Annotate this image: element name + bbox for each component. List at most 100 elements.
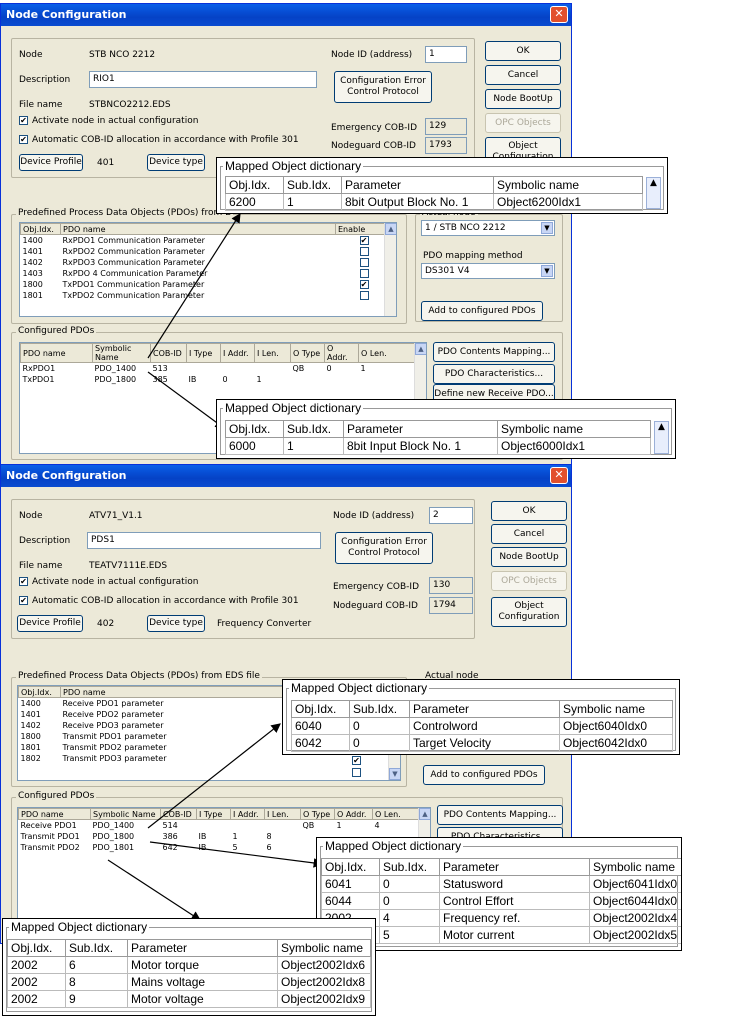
col-header[interactable]: Sub.Idx. xyxy=(283,176,342,194)
col-header[interactable]: Symbolic Name xyxy=(90,808,161,820)
col-header[interactable]: Symbolic name xyxy=(493,176,643,194)
scroll-up-icon[interactable]: ▲ xyxy=(385,223,396,235)
add-to-configured-pdos-button[interactable]: Add to configured PDOs xyxy=(423,765,545,785)
scrollbar[interactable]: ▲ xyxy=(654,421,669,454)
col-header[interactable]: PDO name xyxy=(60,223,336,235)
table-row[interactable]: 6044 0 Control Effort Object6044Idx0 xyxy=(321,892,681,910)
col-header[interactable]: Sub.Idx. xyxy=(283,420,344,438)
checkbox-unchecked-icon[interactable] xyxy=(359,257,369,267)
col-header[interactable]: O Type xyxy=(300,808,335,820)
scroll-up-icon[interactable]: ▲ xyxy=(415,343,426,355)
checkbox-unchecked-icon[interactable] xyxy=(359,290,369,300)
col-header[interactable]: Parameter xyxy=(341,176,494,194)
checkbox-checked-icon[interactable]: ✔ xyxy=(359,235,369,245)
table-row[interactable]: 2002 6 Motor torque Object2002Idx6 xyxy=(7,956,371,974)
nodeguard-cob-input[interactable]: 1793 xyxy=(425,137,467,154)
ok-button[interactable]: OK xyxy=(491,501,567,521)
device-profile-button[interactable]: Device Profile xyxy=(19,154,83,171)
actual-node-select[interactable]: 1 / STB NCO 2212 ▼ xyxy=(421,220,555,236)
ok-button[interactable]: OK xyxy=(485,41,561,61)
col-header[interactable]: I Addr. xyxy=(220,343,255,363)
node-bootup-button[interactable]: Node BootUp xyxy=(491,547,567,567)
col-header[interactable]: Obj.Idx. xyxy=(20,223,61,235)
checkbox-unchecked-icon[interactable] xyxy=(352,768,361,777)
table-row[interactable]: 6041 0 Statusword Object6041Idx0 xyxy=(321,875,681,893)
col-header[interactable]: Obj.Idx. xyxy=(7,939,66,957)
col-header[interactable]: Obj.Idx. xyxy=(225,176,284,194)
auto-cob-checkbox[interactable]: ✔ Automatic COB-ID allocation in accordan… xyxy=(19,596,299,606)
col-header[interactable]: Parameter xyxy=(343,420,498,438)
scroll-up-icon[interactable]: ▲ xyxy=(419,808,430,820)
col-header[interactable]: Sub.Idx. xyxy=(349,700,410,718)
pdo-contents-mapping-button[interactable]: PDO Contents Mapping... xyxy=(437,805,563,825)
table-row[interactable]: 1403 RxPDO 4 Communication Parameter xyxy=(21,268,396,279)
checkbox-unchecked-icon[interactable] xyxy=(359,246,369,256)
activate-node-checkbox[interactable]: ✔ Activate node in actual configuration xyxy=(19,577,198,587)
close-icon[interactable]: ✕ xyxy=(550,6,568,23)
scroll-down-icon[interactable]: ▼ xyxy=(389,768,400,780)
predefined-pdo-list[interactable]: Obj.Idx. PDO name Enable 1400 RxPDO1 Commun… xyxy=(19,222,397,317)
table-row[interactable]: 1801 TxPDO2 Communication Parameter xyxy=(21,290,396,301)
emergency-cob-input[interactable]: 130 xyxy=(429,577,473,594)
col-header[interactable]: Symbolic name xyxy=(497,420,651,438)
table-row[interactable]: 2002 9 Motor voltage Object2002Idx9 xyxy=(7,990,371,1008)
col-header[interactable]: COB-ID xyxy=(160,808,197,820)
node-bootup-button[interactable]: Node BootUp xyxy=(485,89,561,109)
description-input[interactable]: PDS1 xyxy=(87,532,321,549)
scrollbar[interactable]: ▲ xyxy=(646,177,661,209)
table-row[interactable]: 6200 1 8bit Output Block No. 1 Object6200Id… xyxy=(225,193,643,211)
config-error-protocol-button[interactable]: Configuration Error Control Protocol xyxy=(334,71,432,103)
opc-objects-button[interactable]: OPC Objects xyxy=(491,571,567,591)
col-header[interactable]: Symbolic name xyxy=(589,858,681,876)
chevron-down-icon[interactable]: ▼ xyxy=(541,222,553,234)
activate-node-checkbox[interactable]: ✔ Activate node in actual configuration xyxy=(19,116,198,126)
col-header[interactable]: I Addr. xyxy=(230,808,265,820)
checkbox-unchecked-icon[interactable] xyxy=(359,268,369,278)
table-row[interactable]: RxPDO1 PDO_1400 513 QB 0 1 xyxy=(21,363,426,374)
table-row[interactable]: TxPDO1 PDO_1800 385 IB 0 1 xyxy=(21,374,426,385)
table-row[interactable]: Receive PDO1 PDO_1400 514 QB 1 4 xyxy=(19,820,430,831)
col-header[interactable]: Sub.Idx. xyxy=(65,939,128,957)
col-header[interactable]: Obj.Idx. xyxy=(291,700,350,718)
col-header[interactable]: I Len. xyxy=(264,808,301,820)
node-id-input[interactable]: 1 xyxy=(425,46,467,63)
table-row[interactable]: 1400 RxPDO1 Communication Parameter ✔ xyxy=(21,235,396,246)
mapping-method-select[interactable]: DS301 V4 ▼ xyxy=(421,263,555,279)
chevron-down-icon[interactable]: ▼ xyxy=(541,265,553,277)
col-header[interactable]: I Type xyxy=(196,808,231,820)
pdo-characteristics-button[interactable]: PDO Characteristics... xyxy=(433,364,555,384)
table-row[interactable]: 2002 8 Mains voltage Object2002Idx8 xyxy=(7,973,371,991)
col-header[interactable]: I Len. xyxy=(254,343,291,363)
col-header[interactable]: O Type xyxy=(290,343,325,363)
table-row[interactable]: 6042 0 Target Velocity Object6042Idx0 xyxy=(291,734,673,752)
col-header[interactable]: I Type xyxy=(186,343,221,363)
cancel-button[interactable]: Cancel xyxy=(485,65,561,85)
table-row[interactable]: 1401 RxPDO2 Communication Parameter xyxy=(21,246,396,257)
col-header[interactable]: O Addr. xyxy=(334,808,373,820)
col-header[interactable]: PDO name xyxy=(18,808,91,820)
description-input[interactable]: RIO1 xyxy=(89,71,317,88)
device-profile-button[interactable]: Device Profile xyxy=(17,615,83,632)
nodeguard-cob-input[interactable]: 1794 xyxy=(429,597,473,614)
table-row[interactable]: 6000 1 8bit Input Block No. 1 Object6000Idx… xyxy=(225,437,651,455)
table-row[interactable]: 6040 0 Controlword Object6040Idx0 xyxy=(291,717,673,735)
col-header[interactable]: Symbolic name xyxy=(559,700,673,718)
opc-objects-button[interactable]: OPC Objects xyxy=(485,113,561,133)
col-header[interactable]: Sub.Idx. xyxy=(379,858,440,876)
auto-cob-checkbox[interactable]: ✔ Automatic COB-ID allocation in accordan… xyxy=(19,135,299,145)
table-row[interactable]: 1800 TxPDO1 Communication Parameter ✔ xyxy=(21,279,396,290)
config-error-protocol-button[interactable]: Configuration Error Control Protocol xyxy=(335,532,433,564)
checkbox-checked-icon[interactable]: ✔ xyxy=(352,756,361,765)
table-row[interactable]: 1402 RxPDO3 Communication Parameter xyxy=(21,257,396,268)
emergency-cob-input[interactable]: 129 xyxy=(425,118,467,135)
checkbox-checked-icon[interactable]: ✔ xyxy=(359,279,369,289)
node-id-input[interactable]: 2 xyxy=(429,507,473,524)
scrollbar[interactable]: ▲ xyxy=(384,223,396,316)
device-type-button[interactable]: Device type xyxy=(147,615,205,632)
col-header[interactable]: O Addr. xyxy=(324,343,359,363)
close-icon[interactable]: ✕ xyxy=(550,467,568,484)
col-header[interactable]: COB-ID xyxy=(150,343,187,363)
col-header[interactable]: Parameter xyxy=(409,700,560,718)
col-header[interactable]: Symbolic name xyxy=(277,939,371,957)
col-header[interactable]: Obj.Idx. xyxy=(225,420,284,438)
